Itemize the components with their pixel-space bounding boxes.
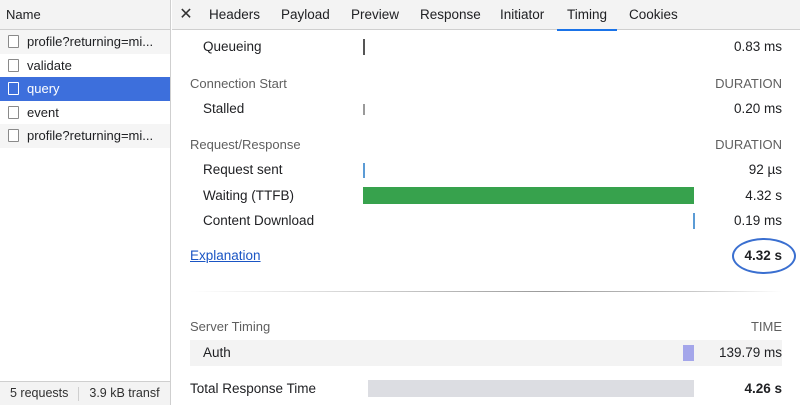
request-row[interactable]: profile?returning=mi... [0, 30, 170, 54]
document-icon [8, 105, 19, 119]
timing-row-queueing: Queueing 0.83 ms [172, 34, 800, 60]
tab-initiator[interactable]: Initiator [500, 0, 544, 30]
devtools-network-panel: Name profile?returning=mi... validate qu… [0, 0, 800, 405]
explanation-link[interactable]: Explanation [190, 248, 261, 263]
section-title: Server Timing [190, 319, 271, 334]
request-sent-bar [363, 163, 365, 178]
timing-row-request-sent: Request sent 92 µs [172, 157, 800, 183]
request-name: validate [27, 57, 72, 73]
request-row[interactable]: validate [0, 54, 170, 78]
section-connection-start: Connection Start DURATION [190, 73, 782, 95]
timing-label: Auth [203, 345, 231, 360]
timing-value: 92 µs [748, 162, 782, 177]
timing-label: Queueing [203, 39, 262, 54]
timing-label: Total Response Time [190, 381, 317, 396]
section-divider [190, 291, 782, 292]
section-title: Request/Response [190, 137, 301, 152]
timing-label: Content Download [203, 213, 315, 228]
section-duration-header: DURATION [715, 137, 782, 152]
transferred-size: 3.9 kB transf [89, 386, 160, 400]
tab-payload[interactable]: Payload [281, 0, 330, 30]
timing-row-auth: Auth 139.79 ms [172, 340, 800, 366]
section-title: Connection Start [190, 76, 287, 91]
request-row-selected[interactable]: query [0, 77, 170, 101]
status-bar: 5 requests 3.9 kB transf [0, 381, 170, 405]
request-row[interactable]: event [0, 101, 170, 125]
timing-row-stalled: Stalled 0.20 ms [172, 96, 800, 122]
document-icon [8, 58, 19, 72]
document-icon [8, 35, 19, 48]
stalled-bar [363, 104, 365, 115]
waiting-ttfb-bar [363, 187, 694, 204]
close-icon[interactable]: ✕ [178, 0, 194, 30]
name-column-header[interactable]: Name [0, 0, 170, 30]
request-name: event [27, 104, 59, 120]
timing-value: 4.26 s [744, 381, 782, 396]
tab-cookies[interactable]: Cookies [629, 0, 678, 30]
request-name: query [27, 81, 60, 96]
queueing-bar [363, 39, 365, 55]
document-icon [8, 129, 19, 142]
timing-value: 0.19 ms [733, 213, 782, 228]
section-request-response: Request/Response DURATION [190, 134, 782, 156]
section-server-timing: Server Timing TIME [190, 316, 782, 338]
total-response-bar [368, 380, 694, 397]
auth-bar [683, 345, 694, 361]
detail-tab-bar: ✕ Headers Payload Preview Response Initi… [172, 0, 800, 31]
tab-preview[interactable]: Preview [351, 0, 399, 30]
request-row[interactable]: profile?returning=mi... [0, 124, 170, 148]
section-time-header: TIME [750, 319, 782, 334]
timing-value: 139.79 ms [718, 345, 782, 360]
request-count: 5 requests [10, 386, 69, 400]
section-duration-header: DURATION [715, 76, 782, 91]
request-name: profile?returning=mi... [27, 128, 154, 143]
tab-headers[interactable]: Headers [209, 0, 260, 30]
highlight-circle [732, 238, 796, 274]
content-download-bar [693, 213, 695, 229]
request-name: profile?returning=mi... [27, 34, 154, 49]
timing-panel: Queueing 0.83 ms Connection Start DURATI… [172, 31, 800, 405]
timing-label: Stalled [203, 101, 245, 116]
request-list: Name profile?returning=mi... validate qu… [0, 0, 171, 405]
timing-value: 0.20 ms [733, 101, 782, 116]
timing-row-content-download: Content Download 0.19 ms [172, 208, 800, 234]
tab-response[interactable]: Response [420, 0, 481, 30]
timing-label: Waiting (TTFB) [203, 188, 294, 203]
timing-value: 4.32 s [745, 188, 782, 203]
timing-value: 0.83 ms [733, 39, 782, 54]
document-icon [8, 82, 19, 95]
timing-label: Request sent [203, 162, 283, 177]
tab-timing[interactable]: Timing [556, 0, 618, 31]
